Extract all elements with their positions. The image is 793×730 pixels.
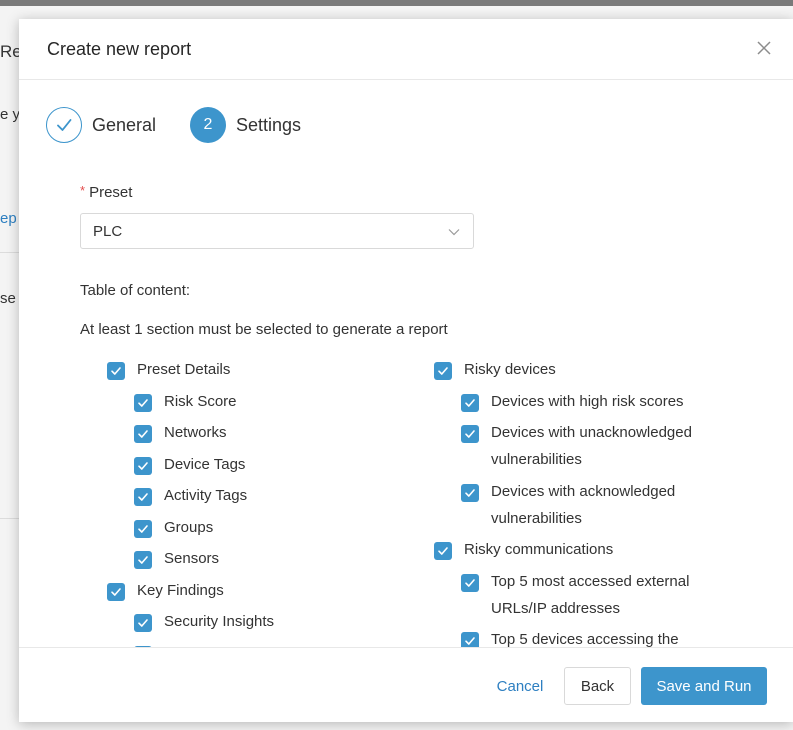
check-icon [138, 430, 148, 438]
checkbox-label: Top 5 devices accessing the most [491, 631, 679, 647]
toc-checkbox-item[interactable]: Groups [134, 517, 213, 541]
checkbox-label: Preset Details [137, 361, 231, 378]
checkbox-label: Devices with high risk scores [491, 392, 684, 410]
check-icon [465, 488, 475, 497]
checkbox[interactable] [134, 393, 152, 412]
check-icon [438, 367, 448, 375]
checkbox[interactable] [134, 425, 152, 443]
toc-checkbox-item[interactable]: Activity Tags [134, 485, 247, 509]
toc-checkbox-item[interactable]: Top 5 devices accessing the most [461, 629, 696, 647]
checkbox[interactable] [134, 519, 152, 538]
checkbox[interactable] [461, 393, 479, 412]
toc-checkbox-item[interactable]: Key Findings [107, 580, 224, 604]
toc-hint: At least 1 section must be selected to g… [80, 321, 448, 338]
toc-checkbox-item[interactable]: Device Tags [134, 454, 245, 478]
check-icon [138, 461, 148, 470]
close-icon [757, 41, 771, 55]
checkbox[interactable] [134, 488, 152, 506]
checkbox-label: Networks [164, 424, 227, 441]
step-label: Settings [236, 114, 302, 135]
toc-checkbox-item[interactable]: Devices with high risk scores [461, 391, 696, 415]
create-report-dialog: Create new report General 2 Settings * Pr… [19, 19, 793, 722]
toc-checkbox-item[interactable]: Top 5 most accessed external URLs/IP add… [461, 571, 696, 622]
step-general[interactable]: General [46, 106, 156, 144]
toc-checkbox-item[interactable]: Risky devices [434, 359, 556, 383]
toc-checkbox-item[interactable]: Preset Details [107, 359, 230, 383]
checkbox-label: Devices with unacknowledged vulnerabilit… [491, 424, 692, 468]
checkbox-label: Top 5 most accessed external URLs/IP add… [491, 572, 690, 617]
check-icon [138, 619, 148, 627]
checkbox-label: Risky communications [464, 541, 614, 558]
checkbox-label: Security Insights [164, 613, 275, 630]
check-icon [465, 578, 475, 587]
check-icon [465, 430, 475, 438]
checkbox-label: Device Tags [164, 455, 246, 473]
check-icon [138, 556, 148, 564]
save-and-run-button[interactable]: Save and Run [641, 667, 767, 705]
checkbox[interactable] [461, 483, 479, 502]
preset-select-value: PLC [93, 223, 123, 240]
check-icon [465, 398, 475, 407]
check-icon [111, 587, 121, 596]
checkbox[interactable] [434, 362, 452, 380]
checkbox[interactable] [461, 573, 479, 592]
dialog-title: Create new report [47, 39, 192, 59]
toc-checkbox-item[interactable]: Risk Score [134, 391, 237, 415]
checkbox[interactable] [107, 362, 125, 380]
preset-label-text: Preset [89, 184, 133, 201]
chevron-down-icon [448, 229, 460, 236]
checkbox-label: Groups [164, 518, 214, 536]
step-label: General [92, 114, 157, 135]
toc-checkbox-item[interactable]: Networks [134, 422, 227, 446]
check-icon [438, 547, 448, 555]
toc-checkbox-item[interactable]: Devices with unacknowledged vulnerabilit… [461, 422, 696, 473]
step-done-indicator [46, 107, 82, 143]
check-icon [138, 524, 148, 533]
checkbox-label: Devices with acknowledged vulnerabilitie… [491, 482, 676, 527]
checkmark-icon [57, 119, 72, 131]
checkbox[interactable] [461, 632, 479, 647]
close-button[interactable] [753, 37, 775, 59]
cancel-button[interactable]: Cancel [485, 667, 555, 705]
step-number: 2 [190, 107, 226, 143]
checkbox-label: Sensors [164, 550, 220, 567]
back-button[interactable]: Back [564, 667, 631, 705]
toc-checkbox-item[interactable]: Devices with acknowledged vulnerabilitie… [461, 481, 696, 532]
check-icon [138, 493, 148, 501]
checkbox[interactable] [134, 551, 152, 569]
step-settings[interactable]: 2 Settings [190, 106, 301, 144]
check-icon [138, 398, 148, 407]
checkbox[interactable] [134, 456, 152, 475]
check-icon [465, 637, 475, 645]
toc-checkbox-item[interactable]: Sensors [134, 548, 219, 572]
dialog-footer: Cancel Back Save and Run [19, 647, 793, 722]
checkbox-label: Risky devices [464, 361, 556, 378]
checkbox-label: Activity Tags [164, 487, 248, 504]
toc-checklist[interactable]: Preset Details Risk Score Networks Device T… [19, 359, 793, 647]
checkbox-label: Risk Score [164, 392, 237, 410]
checkbox[interactable] [461, 425, 479, 443]
checkbox[interactable] [434, 542, 452, 560]
checkbox[interactable] [134, 614, 152, 632]
toc-checkbox-item[interactable]: Security Insights [134, 611, 274, 635]
toc-checkbox-item[interactable]: Risky communications [434, 539, 613, 563]
toc-label: Table of content: [80, 282, 191, 299]
preset-label: * Preset [80, 183, 132, 201]
check-icon [111, 367, 121, 375]
required-mark: * [80, 183, 86, 198]
checkbox-label: Key Findings [137, 581, 224, 599]
preset-select[interactable]: PLC [80, 213, 474, 249]
dialog-header: Create new report [19, 19, 793, 80]
checkbox[interactable] [107, 582, 125, 601]
